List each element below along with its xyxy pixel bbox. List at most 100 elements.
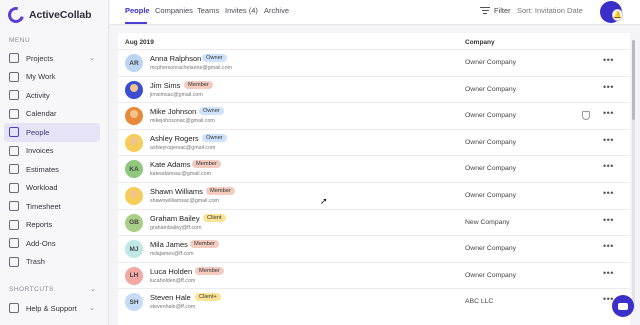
person-name[interactable]: Mike Johnson: [150, 107, 196, 116]
sidebar-item-calendar[interactable]: Calendar: [4, 105, 100, 124]
avatar: SH: [125, 293, 143, 312]
people-icon: [9, 127, 19, 138]
person-company: Owner Company: [465, 138, 516, 146]
people-rows: AR Anna Ralphson Owner mcphersonrachelan…: [118, 49, 630, 315]
table-row[interactable]: KA Kate Adams Member kateadamsac@gmail.c…: [118, 155, 630, 182]
person-company: Owner Company: [465, 271, 516, 279]
tab-teams[interactable]: Teams: [197, 6, 219, 15]
more-options-icon[interactable]: •••: [603, 108, 614, 118]
person-email: stevenhale@ff.com: [150, 304, 196, 311]
filter-button[interactable]: Filter: [480, 6, 511, 15]
scrollbar[interactable]: [632, 40, 635, 310]
person-company: New Company: [465, 218, 510, 226]
sort-dropdown[interactable]: Sort: Invitation Date: [517, 6, 583, 15]
person-name[interactable]: Jim Sims: [150, 81, 180, 90]
chat-icon[interactable]: [612, 295, 634, 317]
sidebar-item-invoices[interactable]: Invoices: [4, 142, 100, 161]
sidebar-item-activity[interactable]: Activity: [4, 86, 100, 105]
topbar: People Companies Teams Invites (4) Archi…: [110, 0, 640, 25]
sidebar-item-people[interactable]: People: [4, 123, 100, 142]
person-company: Owner Company: [465, 112, 516, 120]
sidebar-item-label: People: [26, 127, 50, 137]
tab-archive[interactable]: Archive: [264, 6, 289, 15]
trash-icon: [9, 256, 19, 267]
help-icon: [9, 303, 19, 314]
sidebar-item-add-ons[interactable]: Add-Ons: [4, 234, 100, 253]
sidebar-item-projects[interactable]: Projects ⌄: [4, 49, 100, 68]
filter-icon: [480, 7, 490, 14]
person-name[interactable]: Graham Bailey: [150, 214, 200, 223]
avatar: MJ: [125, 240, 143, 259]
people-list: Aug 2019 Company AR Anna Ralphson Owner …: [118, 33, 630, 325]
timesheet-icon: [9, 201, 19, 212]
tab-invites[interactable]: Invites (4): [225, 6, 258, 15]
app-name: ActiveCollab: [29, 9, 92, 21]
person-email: lucaholden@ff.com: [150, 277, 196, 284]
table-row[interactable]: Ashley Rogers Owner ashleyrogersac@gmail…: [118, 128, 630, 156]
shortcuts-label: SHORTCUTS: [9, 286, 54, 293]
avatar: [125, 186, 143, 205]
sidebar-item-trash[interactable]: Trash: [4, 253, 100, 272]
person-email: mcphersonrachelanne@gmail.com: [150, 65, 232, 71]
avatar: AR: [125, 54, 143, 72]
person-name[interactable]: Kate Adams: [150, 160, 190, 169]
person-name[interactable]: Steven Hale: [150, 293, 191, 302]
sidebar-item-timesheet[interactable]: Timesheet: [4, 197, 100, 216]
more-options-icon[interactable]: •••: [603, 82, 614, 92]
estimates-icon: [9, 164, 19, 175]
table-row[interactable]: SH Steven Hale Client+ stevenhale@ff.com…: [118, 288, 630, 315]
sidebar-item-label: Invoices: [26, 146, 54, 156]
filter-label: Filter: [494, 6, 511, 15]
table-row[interactable]: LH Luca Holden Member lucaholden@ff.com …: [118, 261, 630, 289]
tab-people[interactable]: People: [125, 6, 150, 15]
mouse-cursor-icon: ➚: [320, 196, 328, 206]
sidebar: ActiveCollab MENU Projects ⌄ My Work Acti…: [0, 0, 109, 325]
bell-icon[interactable]: 🔔: [612, 9, 623, 21]
shield-icon: [582, 111, 590, 121]
more-options-icon[interactable]: •••: [603, 188, 614, 198]
avatar: [125, 133, 143, 152]
sidebar-item-help-support[interactable]: Help & Support ⌄: [4, 299, 100, 318]
person-company: Owner Company: [465, 165, 516, 173]
scrollbar-thumb[interactable]: [632, 40, 635, 120]
chevron-down-icon[interactable]: ⌄: [90, 285, 96, 293]
person-company: Owner Company: [465, 245, 516, 253]
chevron-down-icon[interactable]: ⌄: [89, 54, 95, 62]
person-name[interactable]: Mila James: [150, 240, 188, 249]
person-name[interactable]: Anna Ralphson: [150, 54, 201, 63]
workload-icon: [9, 182, 19, 193]
table-row[interactable]: MJ Mila James Member milajames@ff.com Ow…: [118, 235, 630, 262]
person-company: Owner Company: [465, 191, 516, 199]
more-options-icon[interactable]: •••: [603, 161, 614, 171]
person-name[interactable]: Ashley Rogers: [150, 134, 199, 143]
more-options-icon[interactable]: •••: [603, 268, 614, 278]
active-tab-indicator: [125, 22, 147, 24]
person-name[interactable]: Shawn Williams: [150, 187, 203, 196]
role-badge: Member: [192, 160, 221, 169]
table-row[interactable]: Shawn Williams Member shawnwilliamsac@gm…: [118, 181, 630, 209]
person-company: ABC LLC: [465, 298, 494, 306]
person-email: kateadamsac@gmail.com: [150, 171, 212, 178]
tab-companies[interactable]: Companies: [155, 6, 193, 15]
table-row[interactable]: AR Anna Ralphson Owner mcphersonrachelan…: [118, 49, 630, 76]
sidebar-item-reports[interactable]: Reports: [4, 216, 100, 235]
sidebar-item-my-work[interactable]: My Work: [4, 68, 100, 87]
more-options-icon[interactable]: •••: [603, 55, 614, 65]
sidebar-item-workload[interactable]: Workload: [4, 179, 100, 198]
table-row[interactable]: Mike Johnson Owner mikejohnsonac@gmail.c…: [118, 102, 630, 129]
sidebar-item-estimates[interactable]: Estimates: [4, 160, 100, 179]
sidebar-nav: Projects ⌄ My Work Activity Calendar Peop…: [4, 49, 100, 271]
logo[interactable]: ActiveCollab: [5, 4, 92, 26]
more-options-icon[interactable]: •••: [603, 135, 614, 145]
more-options-icon[interactable]: •••: [603, 241, 614, 251]
table-row[interactable]: GB Graham Bailey Client grahambailey@ff.…: [118, 208, 630, 236]
role-badge: Owner: [202, 54, 227, 62]
activecollab-logo-icon: [5, 4, 27, 26]
sidebar-item-label: Projects: [26, 53, 54, 63]
table-row[interactable]: Jim Sims Member jimsimsac@gmail.com Owne…: [118, 75, 630, 103]
more-options-icon[interactable]: •••: [603, 215, 614, 225]
sidebar-item-label: Help & Support: [26, 303, 77, 313]
person-name[interactable]: Luca Holden: [150, 267, 192, 276]
sidebar-item-label: Workload: [26, 183, 58, 193]
sidebar-item-label: Activity: [26, 90, 50, 100]
